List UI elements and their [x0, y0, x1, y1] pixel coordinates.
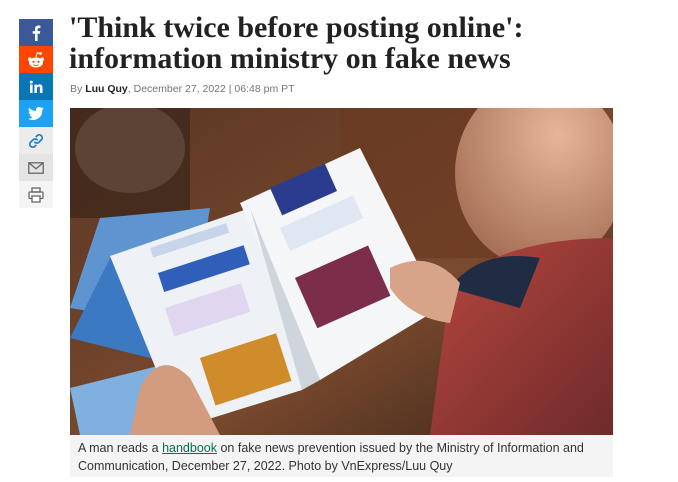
facebook-icon: [32, 25, 41, 41]
handbook-link[interactable]: handbook: [162, 441, 217, 455]
email-share-button[interactable]: [19, 154, 53, 181]
dateline: December 27, 2022 | 06:48 pm PT: [133, 83, 295, 95]
facebook-share-button[interactable]: [19, 19, 53, 46]
author-link[interactable]: Luu Quy: [85, 83, 128, 95]
reddit-icon: [28, 51, 44, 67]
twitter-icon: [28, 107, 44, 120]
linkedin-icon: [29, 80, 43, 93]
linkedin-share-button[interactable]: [19, 73, 53, 100]
byline: By Luu Quy, December 27, 2022 | 06:48 pm…: [70, 83, 295, 95]
print-button[interactable]: [19, 181, 53, 208]
article-photo[interactable]: [70, 108, 613, 435]
mail-icon: [28, 161, 44, 174]
twitter-share-button[interactable]: [19, 100, 53, 127]
caption-text-before: A man reads a: [78, 441, 163, 455]
link-icon: [29, 133, 43, 148]
print-icon: [28, 186, 44, 203]
byline-prefix: By: [70, 83, 83, 95]
copy-link-button[interactable]: [19, 127, 53, 154]
share-bar: [19, 19, 53, 208]
photo-caption: A man reads a handbook on fake news prev…: [70, 435, 613, 477]
reddit-share-button[interactable]: [19, 46, 53, 73]
article-headline: 'Think twice before posting online': inf…: [69, 11, 524, 75]
